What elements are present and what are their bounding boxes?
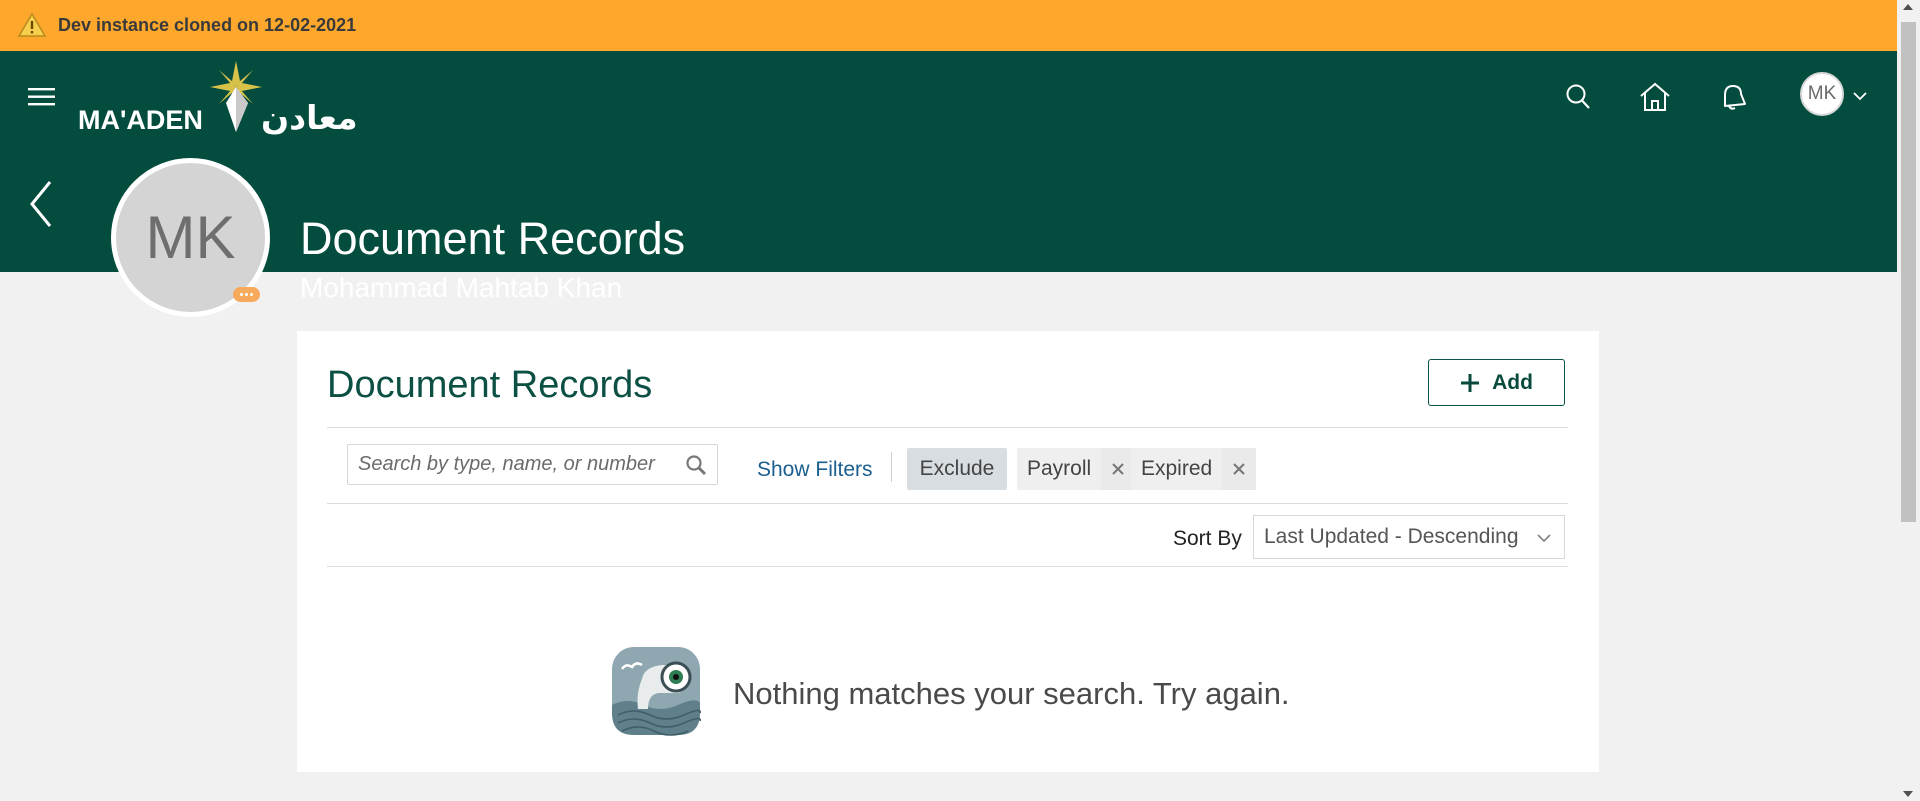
expired-chip-label: Expired: [1141, 457, 1213, 480]
exclude-chip-label: Exclude: [919, 457, 995, 480]
search-icon[interactable]: [1558, 77, 1598, 117]
back-icon[interactable]: [26, 176, 58, 232]
no-results-illustration: [608, 643, 704, 739]
chevron-down-icon[interactable]: [1852, 89, 1868, 101]
divider: [327, 427, 1568, 428]
app-header: MA'ADEN معادن MK Document Records Mohamm…: [0, 51, 1897, 303]
search-input[interactable]: [356, 452, 670, 477]
empty-state-message: Nothing matches your search. Try again.: [733, 676, 1290, 711]
sort-by-label: Sort By: [1173, 527, 1242, 550]
payroll-chip-label: Payroll: [1027, 457, 1092, 480]
divider: [327, 566, 1568, 567]
payroll-filter-chip: Payroll: [1017, 448, 1136, 490]
scrollbar-thumb[interactable]: [1901, 22, 1916, 522]
divider: [327, 503, 1568, 504]
svg-text:MA'ADEN: MA'ADEN: [78, 105, 203, 135]
menu-icon[interactable]: [26, 84, 58, 110]
search-box[interactable]: [347, 444, 718, 485]
scroll-down-icon[interactable]: [1903, 791, 1913, 797]
banner-text: Dev instance cloned on 12-02-2021: [58, 15, 357, 35]
chevron-down-icon: [1537, 534, 1551, 543]
scroll-up-icon[interactable]: [1903, 4, 1913, 10]
search-icon[interactable]: [685, 454, 707, 476]
svg-text:معادن: معادن: [261, 98, 358, 137]
section-title: Document Records: [327, 364, 653, 406]
page-title: Document Records: [300, 213, 686, 264]
add-button-label: Add: [1492, 370, 1533, 394]
show-filters-link[interactable]: Show Filters: [757, 458, 873, 482]
notifications-icon[interactable]: [1713, 77, 1753, 117]
home-icon[interactable]: [1635, 77, 1675, 117]
dev-instance-banner: Dev instance cloned on 12-02-2021: [0, 0, 1897, 51]
sort-select-value: Last Updated - Descending: [1264, 525, 1519, 548]
warning-icon: [18, 12, 46, 40]
page-scrollbar[interactable]: [1897, 0, 1920, 801]
person-name: Mohammad Mahtab Khan: [300, 272, 623, 303]
add-button[interactable]: Add: [1428, 359, 1565, 406]
expired-filter-chip: Expired: [1131, 448, 1257, 490]
sort-select[interactable]: Last Updated - Descending: [1253, 515, 1565, 559]
exclude-chip[interactable]: Exclude: [907, 448, 1007, 490]
user-avatar[interactable]: MK: [1800, 72, 1844, 116]
maaden-logo[interactable]: MA'ADEN معادن: [76, 57, 400, 137]
divider: [891, 452, 892, 482]
document-records-card: Document Records Add Show Filters Exclud…: [297, 331, 1599, 772]
plus-icon: [1461, 373, 1480, 392]
remove-expired-icon[interactable]: [1222, 448, 1257, 490]
more-options-icon[interactable]: [233, 287, 260, 302]
